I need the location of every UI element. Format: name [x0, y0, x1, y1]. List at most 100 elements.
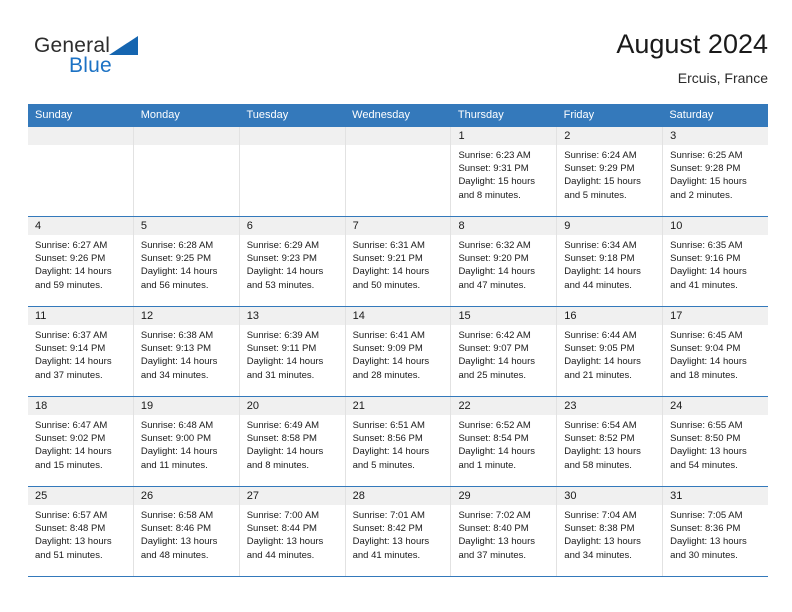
day-cell[interactable]: 17 Sunrise: 6:45 AM Sunset: 9:04 PM Dayl… [663, 307, 769, 396]
day-cell[interactable]: 9 Sunrise: 6:34 AM Sunset: 9:18 PM Dayli… [557, 217, 664, 306]
day-number: 12 [133, 307, 239, 325]
day-cell[interactable]: 26 Sunrise: 6:58 AM Sunset: 8:46 PM Dayl… [133, 487, 240, 576]
sunset-text: Sunset: 8:38 PM [564, 523, 635, 535]
sunset-text: Sunset: 8:56 PM [352, 433, 423, 445]
day-cell[interactable]: 19 Sunrise: 6:48 AM Sunset: 9:00 PM Dayl… [133, 397, 240, 486]
daylight-text: Daylight: 14 hours and 31 minutes. [246, 356, 324, 381]
day-cell[interactable]: 25 Sunrise: 6:57 AM Sunset: 8:48 PM Dayl… [28, 487, 134, 576]
day-number: 19 [133, 397, 239, 415]
day-cell[interactable]: 6 Sunrise: 6:29 AM Sunset: 9:23 PM Dayli… [239, 217, 346, 306]
page-title: August 2024 [616, 29, 768, 59]
day-details: Sunrise: 7:01 AM Sunset: 8:42 PM Dayligh… [346, 505, 451, 562]
day-number: 11 [28, 307, 133, 325]
day-details: Sunrise: 6:25 AM Sunset: 9:28 PM Dayligh… [663, 145, 768, 202]
day-details: Sunrise: 7:04 AM Sunset: 8:38 PM Dayligh… [557, 505, 662, 562]
day-cell[interactable]: 1 Sunrise: 6:23 AM Sunset: 9:31 PM Dayli… [451, 127, 558, 216]
sunset-text: Sunset: 8:58 PM [246, 433, 317, 445]
sunset-text: Sunset: 9:25 PM [140, 253, 212, 265]
day-cell[interactable]: 31 Sunrise: 7:05 AM Sunset: 8:36 PM Dayl… [663, 487, 769, 576]
day-cell[interactable]: 27 Sunrise: 7:00 AM Sunset: 8:44 PM Dayl… [239, 487, 346, 576]
day-cell[interactable]: 10 Sunrise: 6:35 AM Sunset: 9:16 PM Dayl… [663, 217, 769, 306]
day-cell[interactable] [239, 127, 346, 216]
weekday-tuesday: Tuesday [246, 109, 289, 121]
day-cell[interactable]: 12 Sunrise: 6:38 AM Sunset: 9:13 PM Dayl… [133, 307, 240, 396]
day-details: Sunrise: 6:37 AM Sunset: 9:14 PM Dayligh… [28, 325, 133, 382]
day-cell[interactable]: 30 Sunrise: 7:04 AM Sunset: 8:38 PM Dayl… [557, 487, 664, 576]
daylight-text: Daylight: 14 hours and 41 minutes. [670, 266, 747, 291]
sunset-text: Sunset: 9:00 PM [140, 433, 212, 445]
sunset-text: Sunset: 9:28 PM [670, 163, 741, 175]
day-details: Sunrise: 6:54 AM Sunset: 8:52 PM Dayligh… [557, 415, 662, 472]
sunrise-text: Sunrise: 6:57 AM [35, 510, 108, 521]
day-cell[interactable] [133, 127, 240, 216]
daylight-text: Daylight: 13 hours and 37 minutes. [458, 536, 536, 561]
day-details [240, 145, 345, 149]
daylight-text: Daylight: 14 hours and 53 minutes. [246, 266, 324, 291]
day-details: Sunrise: 6:32 AM Sunset: 9:20 PM Dayligh… [451, 235, 556, 292]
day-details: Sunrise: 6:45 AM Sunset: 9:04 PM Dayligh… [663, 325, 768, 382]
sunrise-text: Sunrise: 7:04 AM [564, 510, 637, 521]
day-details: Sunrise: 6:58 AM Sunset: 8:46 PM Dayligh… [134, 505, 239, 562]
day-cell[interactable]: 15 Sunrise: 6:42 AM Sunset: 9:07 PM Dayl… [451, 307, 558, 396]
day-number: 16 [557, 307, 663, 325]
sunset-text: Sunset: 9:04 PM [670, 343, 741, 355]
day-cell[interactable]: 3 Sunrise: 6:25 AM Sunset: 9:28 PM Dayli… [663, 127, 769, 216]
day-cell[interactable]: 18 Sunrise: 6:47 AM Sunset: 9:02 PM Dayl… [28, 397, 134, 486]
day-number: 24 [663, 397, 769, 415]
day-number [28, 127, 133, 145]
daylight-text: Daylight: 14 hours and 21 minutes. [564, 356, 641, 381]
day-details: Sunrise: 6:28 AM Sunset: 9:25 PM Dayligh… [134, 235, 239, 292]
day-cell[interactable] [28, 127, 134, 216]
day-number: 27 [239, 487, 345, 505]
week-row: 1 Sunrise: 6:23 AM Sunset: 9:31 PM Dayli… [28, 126, 769, 216]
sunset-text: Sunset: 8:50 PM [670, 433, 741, 445]
day-details: Sunrise: 6:24 AM Sunset: 9:29 PM Dayligh… [557, 145, 662, 202]
calendar-bottom-rule [28, 576, 768, 577]
day-cell[interactable]: 2 Sunrise: 6:24 AM Sunset: 9:29 PM Dayli… [557, 127, 664, 216]
day-cell[interactable]: 4 Sunrise: 6:27 AM Sunset: 9:26 PM Dayli… [28, 217, 134, 306]
sunrise-text: Sunrise: 6:35 AM [670, 240, 743, 251]
sunset-text: Sunset: 8:48 PM [35, 523, 106, 535]
day-cell[interactable]: 8 Sunrise: 6:32 AM Sunset: 9:20 PM Dayli… [451, 217, 558, 306]
sunrise-text: Sunrise: 6:27 AM [35, 240, 108, 251]
sunrise-text: Sunrise: 6:28 AM [140, 240, 214, 251]
day-cell[interactable]: 24 Sunrise: 6:55 AM Sunset: 8:50 PM Dayl… [663, 397, 769, 486]
day-details: Sunrise: 6:39 AM Sunset: 9:11 PM Dayligh… [240, 325, 345, 382]
day-cell[interactable]: 14 Sunrise: 6:41 AM Sunset: 9:09 PM Dayl… [345, 307, 452, 396]
day-cell[interactable]: 5 Sunrise: 6:28 AM Sunset: 9:25 PM Dayli… [133, 217, 240, 306]
day-cell[interactable]: 21 Sunrise: 6:51 AM Sunset: 8:56 PM Dayl… [345, 397, 452, 486]
daylight-text: Daylight: 13 hours and 30 minutes. [670, 536, 747, 561]
day-cell[interactable]: 7 Sunrise: 6:31 AM Sunset: 9:21 PM Dayli… [345, 217, 452, 306]
day-details [28, 145, 133, 149]
sunset-text: Sunset: 9:14 PM [35, 343, 106, 355]
day-cell[interactable]: 11 Sunrise: 6:37 AM Sunset: 9:14 PM Dayl… [28, 307, 134, 396]
daylight-text: Daylight: 14 hours and 50 minutes. [352, 266, 430, 291]
sunrise-text: Sunrise: 6:54 AM [564, 420, 637, 431]
day-number: 21 [345, 397, 451, 415]
day-details: Sunrise: 6:41 AM Sunset: 9:09 PM Dayligh… [346, 325, 451, 382]
day-details: Sunrise: 6:44 AM Sunset: 9:05 PM Dayligh… [557, 325, 662, 382]
day-number: 3 [663, 127, 769, 145]
day-details: Sunrise: 6:48 AM Sunset: 9:00 PM Dayligh… [134, 415, 239, 472]
sunset-text: Sunset: 8:42 PM [352, 523, 423, 535]
title-block: August 2024 Ercuis, France [616, 28, 768, 88]
daylight-text: Daylight: 13 hours and 34 minutes. [564, 536, 641, 561]
day-cell[interactable]: 28 Sunrise: 7:01 AM Sunset: 8:42 PM Dayl… [345, 487, 452, 576]
day-number [345, 127, 451, 145]
sunset-text: Sunset: 9:23 PM [246, 253, 317, 265]
day-cell[interactable]: 29 Sunrise: 7:02 AM Sunset: 8:40 PM Dayl… [451, 487, 558, 576]
calendar-grid: Sunday Monday Tuesday Wednesday Thursday… [28, 104, 769, 577]
day-cell[interactable]: 13 Sunrise: 6:39 AM Sunset: 9:11 PM Dayl… [239, 307, 346, 396]
brand-name-blue: Blue [69, 54, 112, 77]
brand-logo[interactable]: General Blue [34, 34, 214, 90]
weekday-sunday: Sunday [35, 109, 73, 121]
day-cell[interactable]: 16 Sunrise: 6:44 AM Sunset: 9:05 PM Dayl… [557, 307, 664, 396]
day-number: 17 [663, 307, 769, 325]
day-number: 14 [345, 307, 451, 325]
day-cell[interactable]: 22 Sunrise: 6:52 AM Sunset: 8:54 PM Dayl… [451, 397, 558, 486]
calendar-page: General Blue August 2024 Ercuis, France … [0, 0, 792, 612]
day-cell[interactable] [345, 127, 452, 216]
day-cell[interactable]: 20 Sunrise: 6:49 AM Sunset: 8:58 PM Dayl… [239, 397, 346, 486]
day-cell[interactable]: 23 Sunrise: 6:54 AM Sunset: 8:52 PM Dayl… [557, 397, 664, 486]
day-details: Sunrise: 6:34 AM Sunset: 9:18 PM Dayligh… [557, 235, 662, 292]
